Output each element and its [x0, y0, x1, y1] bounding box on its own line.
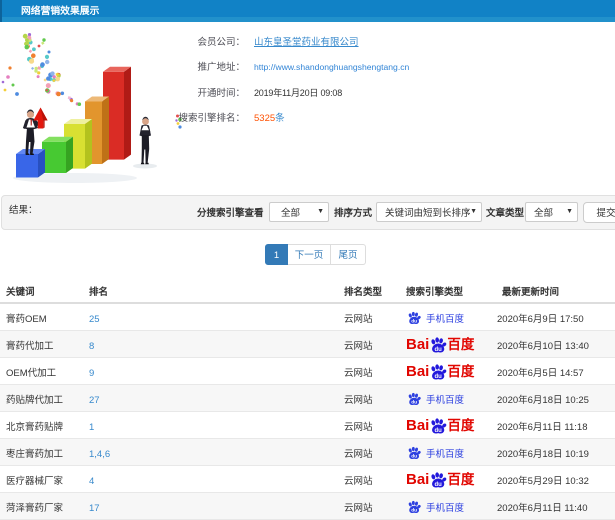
svg-text:du: du: [411, 454, 417, 460]
svg-text:du: du: [411, 319, 417, 325]
svg-text:du: du: [411, 508, 417, 514]
svg-text:du: du: [435, 347, 443, 353]
svg-text:du: du: [435, 428, 443, 434]
svg-text:du: du: [435, 482, 443, 488]
svg-text:du: du: [435, 374, 443, 380]
svg-text:du: du: [411, 400, 417, 406]
